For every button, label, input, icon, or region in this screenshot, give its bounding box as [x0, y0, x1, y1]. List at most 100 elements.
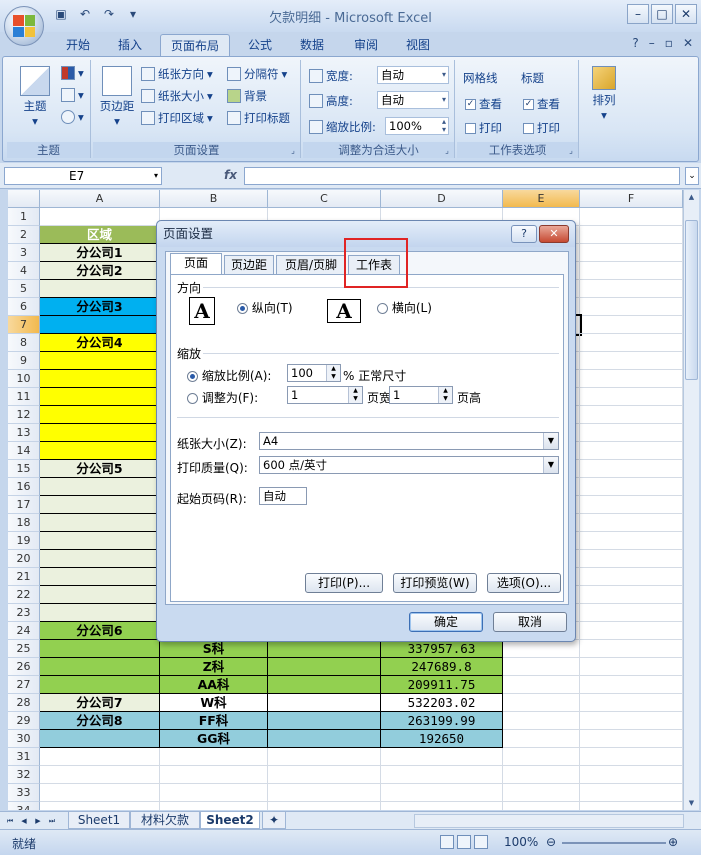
vertical-scrollbar[interactable]: ▲ ▼ [683, 190, 699, 810]
dialog-tab-page[interactable]: 页面 [170, 253, 222, 275]
cell-e26[interactable] [503, 658, 580, 676]
cell-f22[interactable] [580, 586, 683, 604]
zoom-slider[interactable] [562, 842, 666, 844]
print-button[interactable]: 打印(P)... [305, 573, 383, 593]
cell-a15[interactable]: 分公司5 [40, 460, 160, 478]
cell-a23[interactable] [40, 604, 160, 622]
row-header-26[interactable]: 26 [8, 658, 40, 676]
cell-f32[interactable] [580, 766, 683, 784]
cell-a13[interactable] [40, 424, 160, 442]
cell-c28[interactable] [268, 694, 381, 712]
page-break-view-icon[interactable] [474, 835, 488, 849]
restore-workbook-icon[interactable]: ▫ [665, 36, 673, 50]
pages-wide-field[interactable]: 1 ▲ ▼ [287, 386, 363, 404]
row-header-32[interactable]: 32 [8, 766, 40, 784]
cell-a25[interactable] [40, 640, 160, 658]
adjust-scale-radio[interactable]: 缩放比例(A): [187, 367, 271, 384]
cell-a31[interactable] [40, 748, 160, 766]
zoom-level[interactable]: 100% [504, 835, 538, 849]
cell-a24[interactable]: 分公司6 [40, 622, 160, 640]
row-header-2[interactable]: 2 [8, 226, 40, 244]
size-button[interactable]: 纸张大小 ▾ [141, 88, 213, 104]
row-header-31[interactable]: 31 [8, 748, 40, 766]
cell-f9[interactable] [580, 352, 683, 370]
maximize-button[interactable]: □ [651, 4, 673, 24]
row-header-23[interactable]: 23 [8, 604, 40, 622]
cell-b32[interactable] [160, 766, 268, 784]
row-header-8[interactable]: 8 [8, 334, 40, 352]
cell-a26[interactable] [40, 658, 160, 676]
print-quality-combo[interactable]: 600 点/英寸 ▼ [259, 456, 559, 474]
cell-a10[interactable] [40, 370, 160, 388]
row-header-3[interactable]: 3 [8, 244, 40, 262]
column-header-e[interactable]: E [503, 190, 580, 208]
themes-button[interactable]: 主题 ▾ [15, 66, 55, 128]
row-header-14[interactable]: 14 [8, 442, 40, 460]
cell-a8[interactable]: 分公司4 [40, 334, 160, 352]
row-header-1[interactable]: 1 [8, 208, 40, 226]
print-titles-button[interactable]: 打印标题 [227, 110, 290, 126]
scale-spinner-field[interactable]: 100 ▲ ▼ [287, 364, 341, 382]
cell-f16[interactable] [580, 478, 683, 496]
zoom-in-icon[interactable]: ⊕ [668, 835, 678, 849]
row-header-24[interactable]: 24 [8, 622, 40, 640]
cell-c26[interactable] [268, 658, 381, 676]
scale-spinner[interactable]: 100% ▴ ▾ [385, 117, 449, 135]
cell-f30[interactable] [580, 730, 683, 748]
row-header-13[interactable]: 13 [8, 424, 40, 442]
cell-d33[interactable] [381, 784, 503, 802]
row-header-4[interactable]: 4 [8, 262, 40, 280]
office-button[interactable] [4, 6, 44, 46]
pages-wide-spin-icon[interactable]: ▲ ▼ [348, 387, 362, 403]
cell-f12[interactable] [580, 406, 683, 424]
fit-to-radio[interactable]: 调整为(F): [187, 389, 258, 406]
ok-button[interactable]: 确定 [409, 612, 483, 632]
theme-colors-button[interactable]: ▾ [61, 66, 84, 80]
cell-f10[interactable] [580, 370, 683, 388]
cell-f11[interactable] [580, 388, 683, 406]
cell-f19[interactable] [580, 532, 683, 550]
minimize-workbook-icon[interactable]: – [649, 36, 655, 50]
cell-c25[interactable] [268, 640, 381, 658]
cell-b33[interactable] [160, 784, 268, 802]
cell-a27[interactable] [40, 676, 160, 694]
cell-e32[interactable] [503, 766, 580, 784]
row-header-20[interactable]: 20 [8, 550, 40, 568]
cell-f27[interactable] [580, 676, 683, 694]
cell-e31[interactable] [503, 748, 580, 766]
cell-a34[interactable] [40, 802, 160, 810]
headings-print-checkbox[interactable]: 打印 [523, 120, 560, 136]
tab-view[interactable]: 视图 [398, 34, 438, 56]
close-workbook-icon[interactable]: ✕ [683, 36, 693, 50]
cell-f33[interactable] [580, 784, 683, 802]
scroll-up-icon[interactable]: ▲ [685, 190, 698, 204]
cell-a3[interactable]: 分公司1 [40, 244, 160, 262]
cell-c33[interactable] [268, 784, 381, 802]
row-header-9[interactable]: 9 [8, 352, 40, 370]
options-button[interactable]: 选项(O)... [487, 573, 561, 593]
cell-a6[interactable]: 分公司3 [40, 298, 160, 316]
insert-sheet-icon[interactable]: ✦ [262, 812, 286, 829]
cell-f14[interactable] [580, 442, 683, 460]
zoom-out-icon[interactable]: ⊖ [546, 835, 556, 849]
cell-a29[interactable]: 分公司8 [40, 712, 160, 730]
formula-input[interactable] [244, 167, 680, 185]
cell-f23[interactable] [580, 604, 683, 622]
row-header-5[interactable]: 5 [8, 280, 40, 298]
cell-a5[interactable] [40, 280, 160, 298]
cell-c27[interactable] [268, 676, 381, 694]
cell-e30[interactable] [503, 730, 580, 748]
gridlines-print-checkbox[interactable]: 打印 [465, 120, 502, 136]
breaks-button[interactable]: 分隔符 ▾ [227, 66, 287, 82]
cell-f7[interactable] [580, 316, 683, 334]
cell-d31[interactable] [381, 748, 503, 766]
normal-view-icon[interactable] [440, 835, 454, 849]
row-header-25[interactable]: 25 [8, 640, 40, 658]
background-button[interactable]: 背景 [227, 88, 267, 104]
dialog-close-button[interactable]: ✕ [539, 225, 569, 243]
cell-a12[interactable] [40, 406, 160, 424]
select-all-corner[interactable] [8, 190, 40, 208]
cell-a18[interactable] [40, 514, 160, 532]
vertical-scroll-thumb[interactable] [685, 220, 698, 380]
prev-sheet-icon[interactable]: ◀ [18, 814, 30, 828]
